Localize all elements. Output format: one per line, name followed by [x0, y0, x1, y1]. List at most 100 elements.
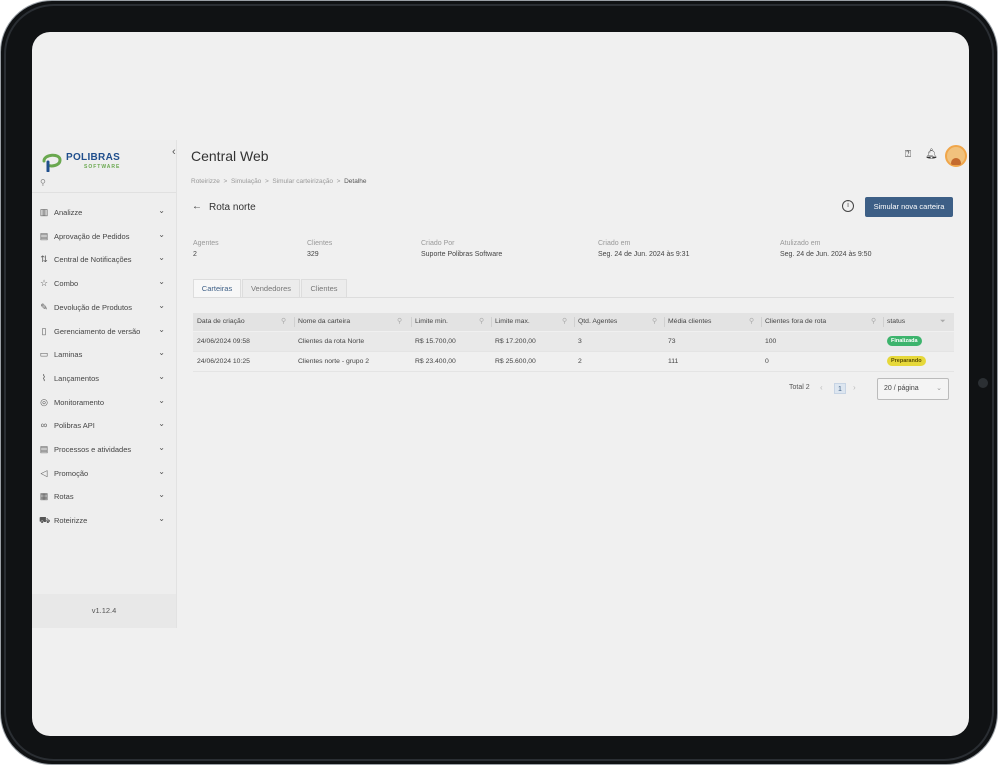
- column-header[interactable]: status: [887, 313, 905, 331]
- sidebar-item[interactable]: ⌇ Lançamentos ⌄: [39, 371, 171, 387]
- column-header[interactable]: Nome da carteira: [298, 313, 350, 331]
- target-icon: ◎: [40, 396, 48, 407]
- breadcrumb-item[interactable]: Simulação: [231, 178, 261, 185]
- sidebar-item[interactable]: ⇅ Central de Notificações ⌄: [39, 252, 171, 268]
- tab-carteiras[interactable]: Carteiras: [193, 279, 241, 297]
- cell-created-date: 24/06/2024 09:58: [197, 338, 250, 345]
- column-header[interactable]: Limite min.: [415, 313, 448, 331]
- meta-updated-at: Atulizado em Seg. 24 de Jun. 2024 às 9:5…: [780, 240, 871, 258]
- page-title: Central Web: [191, 148, 269, 164]
- search-icon[interactable]: ⚲: [871, 313, 876, 331]
- tab-clientes[interactable]: Clientes: [301, 279, 347, 297]
- cell-agents: 3: [578, 338, 582, 345]
- column-header[interactable]: Data de criação: [197, 313, 245, 331]
- column-header[interactable]: Qtd. Agentes: [578, 313, 617, 331]
- cell-max-limit: R$ 25.600,00: [495, 358, 536, 365]
- page-size-value: 20 / página: [884, 385, 919, 392]
- search-icon[interactable]: ⚲: [652, 313, 657, 331]
- meta-value: 2: [193, 251, 197, 258]
- meta-value: Seg. 24 de Jun. 2024 às 9:50: [780, 251, 872, 258]
- sidebar-item[interactable]: ▤ Processos e atividades ⌄: [39, 442, 171, 458]
- search-icon[interactable]: ⚲: [479, 313, 484, 331]
- chevron-down-icon: ⌄: [158, 419, 165, 429]
- chevron-down-icon: ⌄: [936, 385, 942, 392]
- cell-wallet-name: Clientes da rota Norte: [298, 338, 365, 345]
- table-row[interactable]: 24/06/2024 10:25 Clientes norte - grupo …: [193, 352, 954, 372]
- logo-text: POLIBRAS: [66, 152, 121, 163]
- column-header[interactable]: Média clientes: [668, 313, 711, 331]
- sidebar-item[interactable]: ∞ Polibras API ⌄: [39, 418, 171, 434]
- meta-agents: Agentes 2: [193, 240, 219, 258]
- sidebar-item[interactable]: ✎ Devolução de Produtos ⌄: [39, 300, 171, 316]
- chevron-down-icon: ⌄: [158, 395, 165, 405]
- sidebar-item-label: Rotas: [54, 492, 74, 502]
- meta-label: Criado em: [598, 240, 631, 247]
- chevron-down-icon: ⌄: [158, 348, 165, 358]
- truck-icon: ⛟: [39, 515, 51, 526]
- tablet-camera: [978, 378, 988, 388]
- sidebar-item-label: Aprovação de Pedidos: [54, 231, 130, 241]
- detail-title: Rota norte: [209, 202, 256, 213]
- status-badge: Finalizada: [887, 336, 922, 346]
- chevron-down-icon: ⌄: [158, 514, 165, 524]
- search-icon[interactable]: ⚲: [40, 178, 46, 187]
- meta-created-by: Criado Por Suporte Polibras Software: [421, 240, 502, 258]
- column-divider: [574, 317, 575, 327]
- sidebar-item-label: Laminas: [54, 350, 83, 360]
- prev-page-icon[interactable]: ‹: [820, 383, 823, 392]
- tablet-frame: POLIBRAS SOFTWARE ‹ ⚲ ▥ Analizze ⌄ ▤ Aprovaç…: [0, 0, 998, 765]
- breadcrumb-item[interactable]: Roteirizze: [191, 178, 220, 185]
- tab-vendedores[interactable]: Vendedores: [242, 279, 300, 297]
- column-divider: [761, 317, 762, 327]
- next-page-icon[interactable]: ›: [853, 383, 856, 392]
- sidebar-item[interactable]: ▦ Rotas ⌄: [39, 489, 171, 505]
- sidebar-item[interactable]: ▭ Laminas ⌄: [39, 347, 171, 363]
- sidebar-item-label: Promoção: [54, 468, 89, 478]
- sidebar-item[interactable]: ◎ Monitoramento ⌄: [39, 395, 171, 411]
- back-arrow-icon[interactable]: ←: [192, 201, 202, 212]
- sidebar-item[interactable]: ▤ Aprovação de Pedidos ⌄: [39, 229, 171, 245]
- simulate-new-wallet-button[interactable]: Simular nova carteira: [865, 197, 953, 217]
- page-size-select[interactable]: 20 / página ⌄: [877, 378, 949, 400]
- column-header[interactable]: Limite max.: [495, 313, 530, 331]
- bell-icon[interactable]: 🔔︎: [925, 149, 938, 160]
- help-icon[interactable]: ⍰: [905, 149, 911, 160]
- sidebar-item-label: Lançamentos: [54, 373, 100, 383]
- sidebar-item[interactable]: ▯ Gerenciamento de versão ⌄: [39, 324, 171, 340]
- sidebar-item[interactable]: ▥ Analizze ⌄: [39, 205, 171, 221]
- status-badge: Preparando: [887, 356, 926, 366]
- breadcrumb-item[interactable]: Simular carteirização: [272, 178, 333, 185]
- pagination-total: Total 2: [789, 384, 810, 391]
- search-icon[interactable]: ⚲: [749, 313, 754, 331]
- cell-off-route: 0: [765, 358, 769, 365]
- search-icon[interactable]: ⚲: [562, 313, 567, 331]
- star-icon: ☆: [39, 278, 49, 289]
- chevron-down-icon: ⌄: [158, 253, 165, 263]
- user-avatar[interactable]: [945, 145, 967, 167]
- breadcrumb-current: Detalhe: [344, 178, 367, 185]
- cell-off-route: 100: [765, 338, 777, 345]
- sidebar-item[interactable]: ⛟ Roteirizze ⌄: [39, 513, 171, 529]
- chevron-down-icon: ⌄: [158, 300, 165, 310]
- cell-created-date: 24/06/2024 10:25: [197, 358, 250, 365]
- cell-max-limit: R$ 17.200,00: [495, 338, 536, 345]
- sidebar-item[interactable]: ☆ Combo ⌄: [39, 276, 171, 292]
- collapse-sidebar-icon[interactable]: ‹: [172, 146, 176, 158]
- info-icon[interactable]: i: [842, 200, 854, 212]
- breadcrumb: Roteirizze > Simulação > Simular carteir…: [191, 178, 367, 185]
- column-header[interactable]: Clientes fora de rota: [765, 313, 826, 331]
- sidebar-item-label: Analizze: [54, 208, 83, 217]
- tab-divider: [193, 297, 954, 298]
- filter-icon[interactable]: ⏷: [940, 313, 946, 331]
- megaphone-icon: ◁: [40, 467, 48, 478]
- meta-label: Criado Por: [421, 240, 455, 247]
- sidebar-item-label: Gerenciamento de versão: [54, 326, 141, 336]
- bar-chart-icon: ▥: [39, 207, 49, 217]
- sidebar-item-label: Roteirizze: [54, 516, 88, 526]
- search-icon[interactable]: ⚲: [281, 313, 286, 331]
- search-icon[interactable]: ⚲: [397, 313, 402, 331]
- page-number[interactable]: 1: [834, 383, 846, 394]
- table-row[interactable]: 24/06/2024 09:58 Clientes da rota Norte …: [193, 332, 954, 352]
- sidebar-item[interactable]: ◁ Promoção ⌄: [39, 466, 171, 482]
- meta-label: Agentes: [193, 240, 219, 247]
